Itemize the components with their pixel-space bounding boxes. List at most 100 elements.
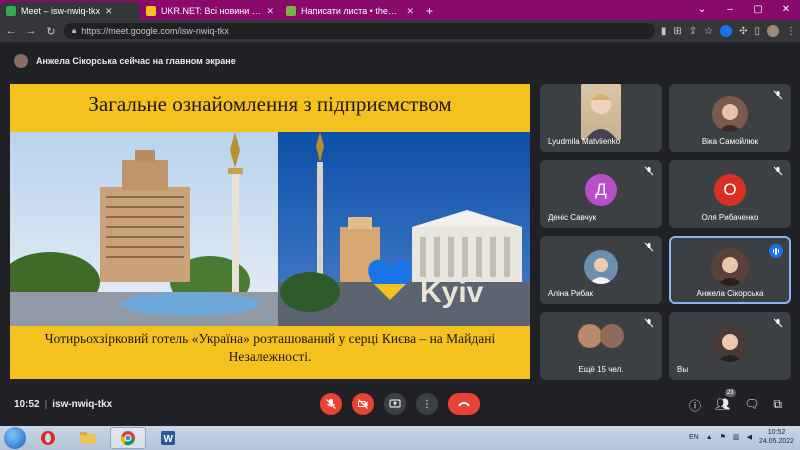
participant-avatar — [584, 250, 618, 284]
taskbar-explorer[interactable] — [70, 427, 106, 449]
sidebar-icon[interactable]: ▯ — [754, 26, 760, 37]
tab-mail[interactable]: Написати листа • theprincess@ ✕ — [280, 2, 420, 20]
close-icon[interactable]: ✕ — [406, 6, 414, 17]
mic-off-icon — [773, 318, 783, 328]
present-screen-button[interactable] — [384, 393, 406, 415]
participant-name: Анжела Сікорська — [696, 289, 764, 298]
tab-label: Написати листа • theprincess@ — [301, 6, 401, 16]
mic-off-icon — [773, 90, 783, 100]
share-icon[interactable]: ⇪ — [689, 26, 697, 37]
presentation-slide: Загальне ознайомлення з підприємством Ky… — [10, 84, 530, 379]
volume-icon[interactable]: ◀︎ — [747, 433, 752, 441]
tray-time: 10:52 — [767, 429, 786, 436]
screen: Meet – isw-nwiq-tkx ✕ UKR.NET: Всі новин… — [0, 0, 800, 450]
browser-tab-strip: Meet – isw-nwiq-tkx ✕ UKR.NET: Всі новин… — [0, 0, 800, 20]
presenter-notice: Анжела Сікорська сейчас на главном экран… — [0, 50, 540, 72]
camera-icon[interactable]: ▮ — [661, 26, 667, 37]
word-icon: W — [161, 431, 175, 445]
ukrnet-favicon-icon — [146, 6, 156, 16]
new-tab-icon[interactable]: + — [420, 2, 439, 20]
start-button-icon[interactable] — [4, 427, 26, 449]
participant-avatar — [712, 96, 748, 132]
profile-avatar[interactable] — [767, 25, 779, 37]
lock-icon: 🔒︎ — [72, 26, 77, 35]
mail-favicon-icon — [286, 6, 296, 16]
close-icon[interactable]: ✕ — [266, 6, 274, 17]
end-call-button[interactable] — [448, 393, 480, 415]
maximize-icon[interactable]: ▢ — [744, 0, 772, 20]
taskbar-chrome[interactable] — [110, 427, 146, 449]
present-icon — [389, 399, 401, 408]
presenter-avatar — [14, 54, 28, 68]
chat-icon[interactable]: 🗨︎ — [744, 397, 759, 414]
participant-tile[interactable]: Віка Самойлюк — [669, 84, 791, 152]
windows-taskbar: W EN ▲ ⚑ ▥ ◀︎ 10:52 24.05.2022 — [0, 426, 800, 450]
participant-tile[interactable]: Аліна Рибак — [540, 236, 662, 304]
more-vert-icon: ⋮ — [422, 398, 432, 410]
close-icon[interactable]: ✕ — [105, 6, 113, 17]
toolbar-actions: ▮ ⊞ ⇪ ☆ ✣ ▯ ⋮ — [661, 25, 796, 37]
self-name: Вы — [677, 365, 689, 374]
mic-toggle-button[interactable] — [320, 393, 342, 415]
mic-off-icon — [644, 318, 654, 328]
translate-icon[interactable]: ⊞ — [673, 26, 681, 37]
camera-toggle-button[interactable] — [352, 393, 374, 415]
taskbar-opera[interactable] — [30, 427, 66, 449]
self-tile[interactable]: Вы — [669, 312, 791, 380]
participant-name: Аліна Рибак — [548, 289, 594, 298]
participant-tile[interactable]: Lyudmila Matviienko — [540, 84, 662, 152]
self-avatar — [712, 326, 748, 362]
side-panel-controls: ⓘ 👥︎ 23 🗨︎ ⧉ — [689, 389, 782, 414]
reload-icon[interactable]: ↻ — [44, 25, 58, 38]
menu-icon[interactable]: ⋮ — [786, 26, 796, 37]
participant-avatar-letter: Д — [585, 174, 617, 206]
mic-off-icon — [773, 166, 783, 176]
camera-off-icon — [358, 399, 368, 409]
url-text: https://meet.google.com/isw-nwiq-tkx — [81, 26, 229, 36]
svg-text:W: W — [164, 434, 174, 445]
tray-clock[interactable]: 10:52 24.05.2022 — [759, 428, 794, 446]
participant-avatar — [578, 324, 602, 348]
star-icon[interactable]: ☆ — [704, 26, 713, 37]
flag-icon[interactable]: ⚑ — [720, 433, 726, 441]
participant-avatar — [711, 248, 749, 286]
meeting-info: 10:52 | isw-nwiq-tkx — [14, 399, 113, 410]
network-icon[interactable]: ▥ — [733, 433, 740, 441]
participant-name: Віка Самойлюк — [701, 137, 759, 146]
more-options-button[interactable]: ⋮ — [416, 393, 438, 415]
extension-icon[interactable] — [720, 25, 733, 37]
person-icon — [716, 257, 744, 286]
slide-photo: Kyiv — [10, 132, 530, 326]
tray-arrow-icon[interactable]: ▲ — [706, 434, 713, 441]
meet-favicon-icon — [6, 6, 16, 16]
participant-tile[interactable]: Д Деніс Савчук — [540, 160, 662, 228]
tab-meet[interactable]: Meet – isw-nwiq-tkx ✕ — [0, 2, 140, 20]
minimize-icon[interactable]: – — [716, 0, 744, 20]
person-icon — [589, 258, 613, 284]
taskbar-word[interactable]: W — [150, 427, 186, 449]
speaking-indicator-icon — [769, 244, 783, 258]
meeting-details-icon[interactable]: ⓘ — [689, 397, 701, 414]
language-indicator[interactable]: EN — [689, 434, 699, 441]
meeting-controls-bar: 10:52 | isw-nwiq-tkx ⋮ ⓘ 👥︎ 23 🗨︎ ⧉ — [0, 388, 800, 424]
mic-off-icon — [326, 399, 336, 409]
more-participants-tile[interactable]: Ещё 15 чел. — [540, 312, 662, 380]
tab-ukrnet[interactable]: UKR.NET: Всі новини України, о ✕ — [140, 2, 280, 20]
window-controls: ⌄ – ▢ ✕ — [688, 0, 800, 20]
participant-tile-active-speaker[interactable]: Анжела Сікорська — [669, 236, 791, 304]
person-icon — [585, 94, 617, 140]
back-icon[interactable]: ← — [4, 25, 18, 37]
chevron-down-icon[interactable]: ⌄ — [688, 0, 716, 20]
participant-tile[interactable]: О Оля Рибаченко — [669, 160, 791, 228]
people-icon[interactable]: 👥︎ 23 — [715, 389, 736, 414]
more-participants-label: Ещё 15 чел. — [578, 365, 624, 374]
puzzle-icon[interactable]: ✣ — [739, 26, 747, 37]
participant-name: Оля Рибаченко — [701, 213, 759, 222]
address-bar[interactable]: 🔒︎ https://meet.google.com/isw-nwiq-tkx — [64, 23, 655, 39]
forward-icon[interactable]: → — [24, 25, 38, 37]
kyiv-photo-illustration: Kyiv — [10, 132, 530, 326]
activities-icon[interactable]: ⧉ — [773, 397, 782, 414]
meeting-code: isw-nwiq-tkx — [52, 399, 113, 410]
tab-label: Meet – isw-nwiq-tkx — [21, 6, 101, 16]
close-window-icon[interactable]: ✕ — [772, 0, 800, 20]
